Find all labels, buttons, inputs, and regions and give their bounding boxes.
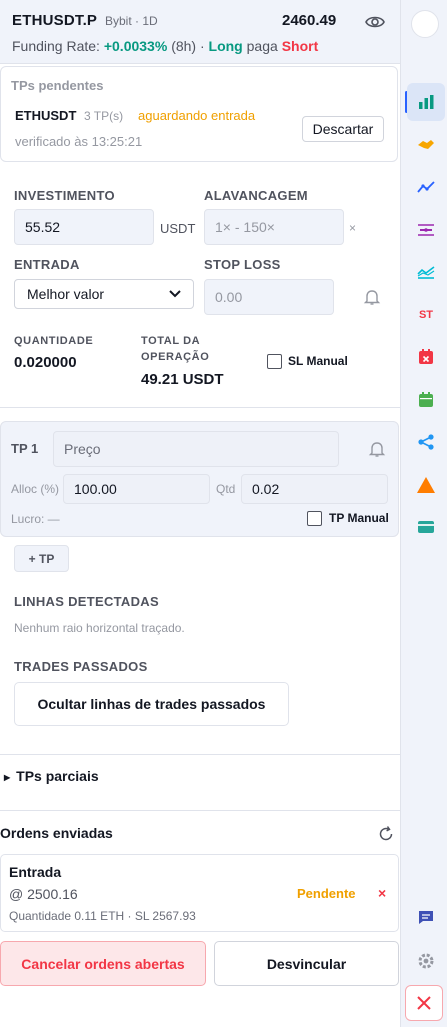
tp1-price-input[interactable]: Preço [53, 431, 339, 467]
order-item: Entrada @ 2500.16 Quantidade 0.11 ETH · … [0, 854, 399, 932]
caret-right-icon: ▶ [4, 772, 11, 782]
quantity-value: 0.020000 [14, 354, 77, 371]
chat-icon[interactable] [407, 898, 445, 936]
investment-input[interactable]: 55.52 [14, 209, 154, 245]
tp-manual-checkbox[interactable] [307, 511, 322, 526]
symbol-header: ETHUSDT.P Bybit · 1D 2460.49 Funding Rat… [0, 0, 400, 64]
pending-tps-title: TPs pendentes [11, 78, 104, 93]
calendar-icon[interactable] [407, 381, 445, 419]
cancel-open-orders-button[interactable]: Cancelar ordens abertas [0, 941, 206, 986]
qtd-input[interactable]: 0.02 [241, 474, 388, 504]
tp1-price-placeholder: Preço [64, 441, 101, 457]
total-label-line1: TOTAL DA [141, 335, 201, 347]
order-status-badge: Pendente [297, 886, 356, 901]
orders-title: Ordens enviadas [0, 825, 113, 841]
card-icon[interactable] [407, 508, 445, 546]
leverage-placeholder: 1× - 150× [215, 219, 275, 235]
partial-tps-label: TPs parciais [16, 768, 99, 784]
chart-bars-icon[interactable] [407, 83, 445, 121]
hide-past-trades-button[interactable]: Ocultar linhas de trades passados [14, 682, 289, 726]
handshake-icon[interactable] [407, 126, 445, 164]
pays-label: paga [246, 38, 278, 54]
tp1-title: TP 1 [11, 441, 39, 456]
stoploss-placeholder: 0.00 [215, 289, 243, 305]
remove-order-button[interactable]: × [378, 885, 386, 901]
close-icon[interactable] [405, 985, 443, 1021]
pending-tp-count: 3 TP(s) [84, 109, 124, 123]
sl-manual-label: SL Manual [288, 354, 348, 368]
warning-icon[interactable] [407, 466, 445, 504]
trend-line-icon[interactable] [407, 168, 445, 206]
calendar-x-icon[interactable] [407, 338, 445, 376]
main-panel: ETHUSDT.P Bybit · 1D 2460.49 Funding Rat… [0, 0, 400, 1027]
entry-selected-value: Melhor valor [27, 286, 105, 302]
short-label: Short [281, 38, 319, 54]
stoploss-label: STOP LOSS [204, 257, 281, 272]
total-label-line2: OPERAÇÃO [141, 351, 210, 363]
section-divider [0, 810, 400, 811]
pending-symbol: ETHUSDT [15, 108, 77, 123]
symbol-name: ETHUSDT.P [12, 12, 98, 29]
horizontal-line-icon[interactable] [407, 211, 445, 249]
partial-tps-toggle[interactable]: ▶ TPs parciais [4, 768, 99, 784]
quantity-label: QUANTIDADE [14, 335, 94, 347]
right-toolbar: ST [400, 0, 447, 1027]
funding-rate-value: +0.0033% [103, 38, 168, 54]
share-icon[interactable] [407, 423, 445, 461]
detected-lines-title: LINHAS DETECTADAS [14, 594, 159, 609]
stoploss-bell-icon[interactable] [363, 288, 381, 306]
qtd-label: Qtd [216, 482, 236, 496]
investment-label: INVESTIMENTO [14, 188, 115, 203]
pending-checked-time: verificado às 13:25:21 [15, 134, 143, 149]
pending-tps-card: TPs pendentes ETHUSDT 3 TP(s) aguardando… [0, 66, 398, 162]
past-trades-title: TRADES PASSADOS [14, 659, 148, 674]
alloc-value: 100.00 [74, 481, 117, 497]
profit-label: Lucro: — [11, 512, 60, 526]
supertrend-icon[interactable]: ST [407, 296, 445, 334]
long-label: Long [208, 38, 243, 54]
entry-label: ENTRADA [14, 257, 80, 272]
indicator-icon[interactable] [407, 253, 445, 291]
refresh-icon[interactable] [377, 825, 395, 843]
supertrend-label: ST [418, 309, 434, 321]
total-value: 49.21 USDT [141, 371, 224, 388]
chevron-down-icon [169, 290, 181, 298]
order-detail: Quantidade 0.11 ETH · SL 2567.93 [9, 909, 196, 923]
funding-label: Funding Rate: [12, 38, 100, 54]
last-price: 2460.49 [282, 12, 337, 29]
add-tp-button[interactable]: + TP [14, 545, 69, 572]
tp1-card: TP 1 Preço Alloc (%) 100.00 Qtd 0.02 Luc… [0, 421, 399, 537]
unlink-button[interactable]: Desvincular [214, 941, 399, 986]
order-price: @ 2500.16 [9, 886, 78, 902]
alloc-input[interactable]: 100.00 [63, 474, 210, 504]
investment-unit: USDT [160, 221, 196, 236]
pending-status: aguardando entrada [138, 108, 256, 123]
investment-value: 55.52 [25, 219, 61, 235]
qtd-value: 0.02 [252, 481, 280, 497]
section-divider [0, 754, 400, 755]
sl-manual-checkbox[interactable] [267, 354, 282, 369]
leverage-input[interactable]: 1× - 150× [204, 209, 344, 245]
eye-icon[interactable] [364, 12, 386, 32]
order-name: Entrada [9, 864, 62, 880]
discard-button[interactable]: Descartar [302, 116, 384, 142]
tp1-bell-icon[interactable] [368, 440, 386, 458]
exchange-timeframe: Bybit · 1D [105, 14, 158, 28]
detected-lines-empty: Nenhum raio horizontal traçado. [14, 621, 185, 635]
leverage-suffix: × [349, 221, 357, 235]
settings-icon[interactable] [407, 942, 445, 980]
leverage-label: ALAVANCAGEM [204, 188, 308, 203]
section-divider [0, 407, 400, 408]
stoploss-input[interactable]: 0.00 [204, 279, 334, 315]
avatar-icon[interactable] [411, 10, 439, 38]
alloc-label: Alloc (%) [11, 482, 60, 496]
funding-rate-line: Funding Rate: +0.0033% (8h) · Long paga … [12, 38, 318, 54]
funding-interval: (8h) · [171, 38, 205, 54]
tp-manual-label: TP Manual [329, 511, 389, 525]
entry-select[interactable]: Melhor valor [14, 279, 194, 309]
